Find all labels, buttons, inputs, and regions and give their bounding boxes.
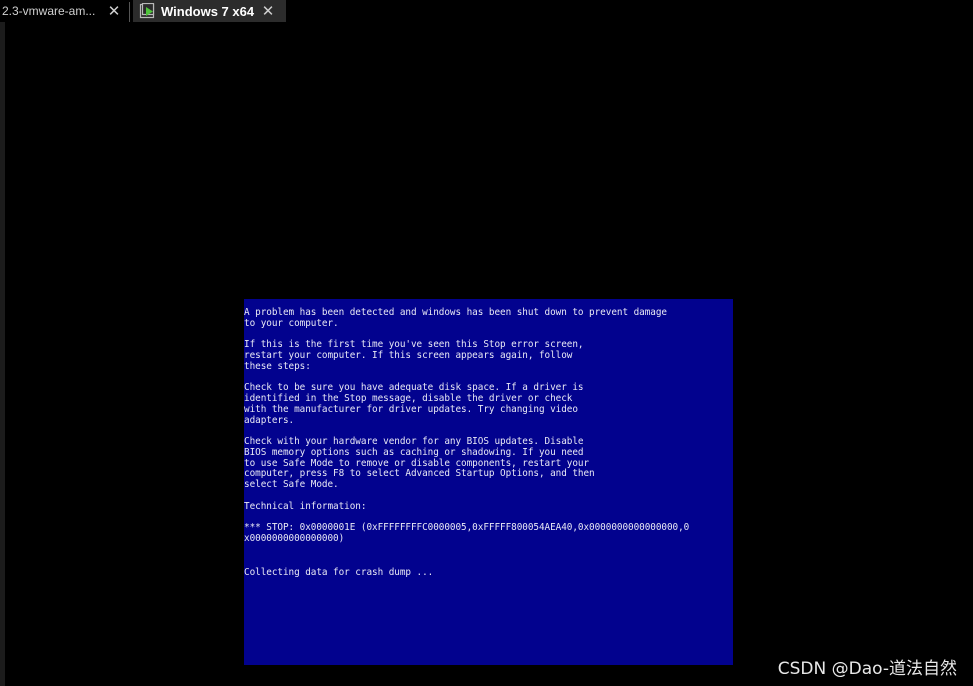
close-icon[interactable]: ✕ [106,0,122,22]
close-icon[interactable]: ✕ [260,0,276,22]
bsod-first-time: If this is the first time you've seen th… [244,339,584,372]
window-edge [0,22,5,686]
bsod-intro: A problem has been detected and windows … [244,307,667,329]
bsod-disk-space: Check to be sure you have adequate disk … [244,382,584,426]
bsod-technical-info: Technical information: [244,500,367,512]
bsod-stop-code: *** STOP: 0x0000001E (0xFFFFFFFFC0000005… [244,522,690,544]
tab-label: Windows 7 x64 [161,3,255,19]
tab-windows-7-x64[interactable]: Windows 7 x64 ✕ [133,0,286,22]
tab-bar: 2.3-vmware-am... ✕ Windows 7 x64 ✕ [0,0,973,22]
tab-vmware-amd[interactable]: 2.3-vmware-am... ✕ [0,0,128,22]
bsod-bios: Check with your hardware vendor for any … [244,436,595,491]
bsod-screen: A problem has been detected and windows … [244,299,733,665]
tab-label: 2.3-vmware-am... [2,4,96,18]
bsod-collecting: Collecting data for crash dump ... [244,566,434,578]
tab-separator [129,2,130,22]
vm-play-icon [139,2,155,19]
watermark: CSDN @Dao-道法自然 [777,659,957,679]
